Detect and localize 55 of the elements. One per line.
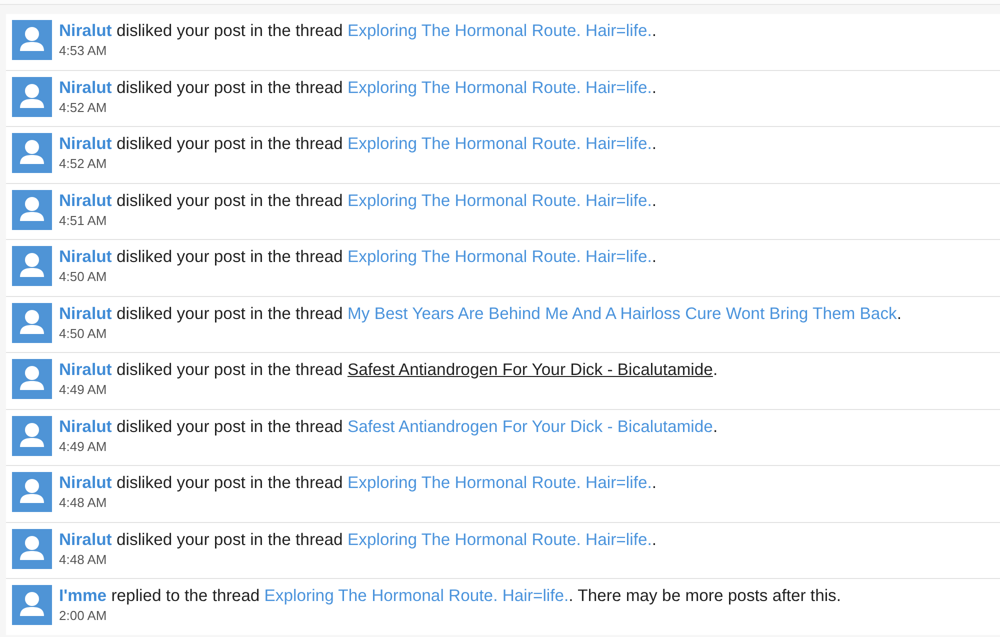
notification-text: Niralut disliked your post in the thread Exploring The Hormonal Route. Hair=life.. — [59, 246, 657, 268]
timestamp: 4:53 AM — [59, 42, 108, 60]
timestamp: 2:00 AM — [59, 607, 108, 625]
user-silhouette-icon[interactable] — [12, 76, 52, 116]
user-silhouette-icon[interactable] — [12, 359, 52, 399]
timestamp: 4:49 AM — [59, 438, 108, 456]
user-silhouette-icon[interactable] — [12, 585, 52, 625]
username-link[interactable]: Niralut — [59, 304, 112, 322]
notification-text: Niralut disliked your post in the thread Exploring The Hormonal Route. Hair=life.. — [59, 472, 657, 494]
timestamp: 4:52 AM — [59, 155, 108, 173]
thread-link[interactable]: Exploring The Hormonal Route. Hair=life. — [264, 586, 569, 605]
user-silhouette-icon[interactable] — [12, 20, 52, 60]
thread-link[interactable]: Exploring The Hormonal Route. Hair=life. — [347, 21, 652, 40]
username-link[interactable]: Niralut — [59, 360, 112, 379]
notification-text: Niralut disliked your post in the thread Exploring The Hormonal Route. Hair=life.. — [59, 190, 657, 212]
timestamp: 4:51 AM — [59, 212, 108, 230]
timestamp: 4:48 AM — [59, 550, 108, 568]
timestamp: 4:50 AM — [59, 268, 108, 286]
username-link[interactable]: Niralut — [59, 416, 112, 436]
timestamp: 4:50 AM — [59, 324, 108, 342]
user-silhouette-icon[interactable] — [12, 472, 52, 512]
notification-text: I'mme replied to the thread Exploring The Hormonal Route. Hair=life.. There may be more posts after this. — [59, 585, 842, 607]
thread-link[interactable]: Exploring The Hormonal Route. Hair=life. — [347, 473, 652, 492]
notification-text: Niralut disliked your post in the thread Safest Antiandrogen For Your Dick - Bicalutamide. — [59, 416, 718, 438]
thread-link[interactable]: Safest Antiandrogen For Your Dick - Bicalutamide — [347, 416, 713, 436]
username-link[interactable]: Niralut — [59, 190, 112, 210]
thread-link[interactable]: Exploring The Hormonal Route. Hair=life. — [347, 134, 652, 153]
notification-text: Niralut disliked your post in the thread Exploring The Hormonal Route. Hair=life.. — [59, 133, 657, 155]
notification-text: Niralut disliked your post in the thread Exploring The Hormonal Route. Hair=life.. — [59, 76, 657, 98]
timestamp: 4:48 AM — [59, 494, 108, 512]
user-silhouette-icon[interactable] — [12, 190, 52, 230]
thread-link[interactable]: Safest Antiandrogen For Your Dick - Bicalutamide — [347, 360, 713, 379]
notification-text: Niralut disliked your post in the thread My Best Years Are Behind Me And A Hairloss Cure Wont Bring Them Back. — [59, 302, 902, 324]
username-link[interactable]: Niralut — [59, 473, 112, 492]
thread-link[interactable]: Exploring The Hormonal Route. Hair=life. — [347, 530, 652, 548]
timestamp: 4:49 AM — [59, 381, 108, 399]
user-silhouette-icon[interactable] — [12, 528, 52, 568]
username-link[interactable]: Niralut — [59, 21, 112, 40]
username-link[interactable]: Niralut — [59, 134, 112, 153]
username-link[interactable]: Niralut — [59, 530, 112, 548]
thread-link[interactable]: My Best Years Are Behind Me And A Hairloss Cure Wont Bring Them Back — [347, 304, 897, 322]
thread-link[interactable]: Exploring The Hormonal Route. Hair=life. — [347, 78, 652, 96]
user-silhouette-icon[interactable] — [12, 416, 52, 456]
notification-text: Niralut disliked your post in the thread Exploring The Hormonal Route. Hair=life.. — [59, 528, 657, 550]
user-silhouette-icon[interactable] — [12, 133, 52, 173]
thread-link[interactable]: Exploring The Hormonal Route. Hair=life. — [347, 190, 652, 210]
username-link[interactable]: I'mme — [59, 586, 107, 605]
notification-text: Niralut disliked your post in the thread Exploring The Hormonal Route. Hair=life.. — [59, 20, 657, 42]
user-silhouette-icon[interactable] — [12, 302, 52, 342]
timestamp: 4:52 AM — [59, 98, 108, 116]
notification-text: Niralut disliked your post in the thread Safest Antiandrogen For Your Dick - Bicalutamide. — [59, 359, 718, 381]
username-link[interactable]: Niralut — [59, 78, 112, 96]
thread-link[interactable]: Exploring The Hormonal Route. Hair=life. — [347, 247, 652, 266]
username-link[interactable]: Niralut — [59, 247, 112, 266]
user-silhouette-icon[interactable] — [12, 246, 52, 286]
